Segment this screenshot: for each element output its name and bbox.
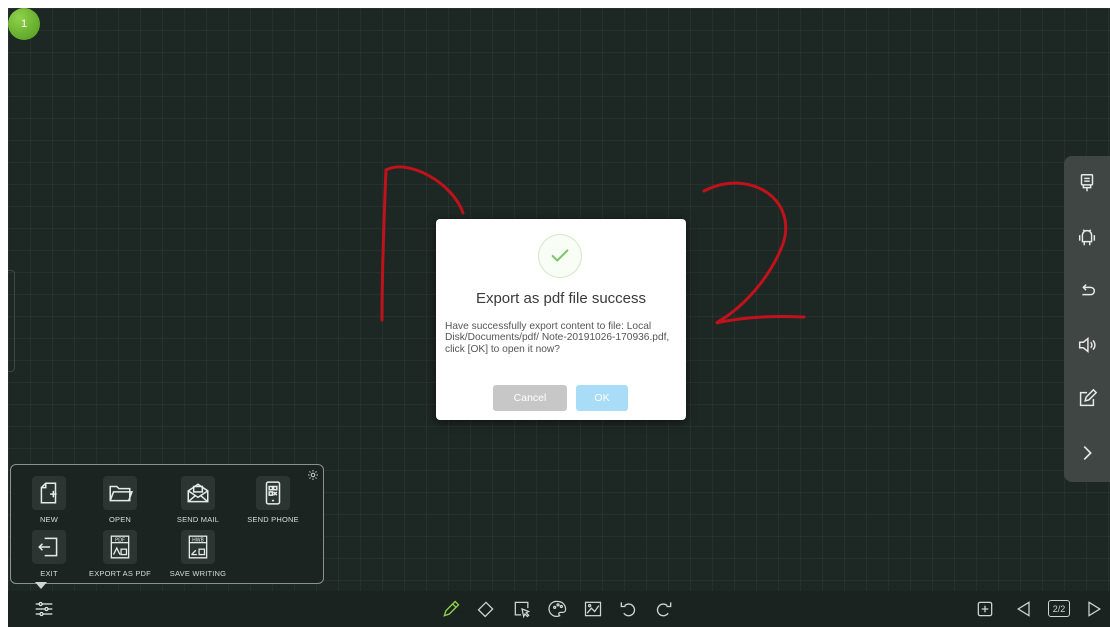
next-page-icon[interactable] bbox=[1082, 597, 1106, 621]
prev-page-icon[interactable] bbox=[1012, 597, 1036, 621]
exit-icon bbox=[32, 530, 66, 564]
new-page-icon bbox=[32, 476, 66, 510]
dialog-message: Have successfully export content to file… bbox=[445, 321, 670, 355]
menu-save-writing-label: SAVE WRITING bbox=[169, 569, 227, 578]
menu-save-writing[interactable]: HWB SAVE WRITING bbox=[163, 530, 233, 578]
palette-icon[interactable] bbox=[546, 597, 570, 621]
menu-open-label: OPEN bbox=[108, 515, 132, 524]
file-menu-panel: NEW OPEN SEND MAIL SEND PHONE EXIT PDF E… bbox=[10, 464, 324, 584]
folder-icon bbox=[103, 476, 137, 510]
bottom-toolbar: 2/2 bbox=[8, 591, 1110, 627]
svg-text:PDF: PDF bbox=[115, 538, 125, 544]
volume-icon[interactable] bbox=[1064, 318, 1110, 372]
cancel-button[interactable]: Cancel bbox=[493, 385, 567, 411]
checkmark-icon bbox=[538, 234, 582, 278]
menu-send-phone-label: SEND PHONE bbox=[247, 515, 299, 524]
right-toolbar bbox=[1064, 156, 1110, 482]
menu-send-mail-label: SEND MAIL bbox=[176, 515, 220, 524]
phone-qr-icon bbox=[256, 476, 290, 510]
menu-open[interactable]: OPEN bbox=[85, 476, 155, 524]
export-success-dialog: Export as pdf file success Have successf… bbox=[436, 219, 686, 420]
undo-icon[interactable] bbox=[616, 597, 640, 621]
gear-icon[interactable] bbox=[307, 469, 319, 481]
menu-export-pdf-label: EXPORT AS PDF bbox=[89, 569, 151, 578]
chevron-right-icon[interactable] bbox=[1064, 426, 1110, 480]
back-icon[interactable] bbox=[1064, 264, 1110, 318]
ok-button[interactable]: OK bbox=[576, 385, 628, 411]
eraser-icon[interactable] bbox=[474, 597, 498, 621]
menu-send-phone[interactable]: SEND PHONE bbox=[238, 476, 308, 524]
menu-new-label: NEW bbox=[39, 515, 59, 524]
add-page-icon[interactable] bbox=[973, 597, 997, 621]
svg-text:HWB: HWB bbox=[192, 538, 204, 544]
menu-new[interactable]: NEW bbox=[14, 476, 84, 524]
select-icon[interactable] bbox=[510, 597, 534, 621]
menu-send-mail[interactable]: SEND MAIL bbox=[163, 476, 233, 524]
edit-icon[interactable] bbox=[1064, 372, 1110, 426]
pdf-icon: PDF bbox=[103, 530, 137, 564]
pen-icon[interactable] bbox=[439, 597, 463, 621]
menu-exit[interactable]: EXIT bbox=[14, 530, 84, 578]
mail-icon bbox=[181, 476, 215, 510]
hwb-icon: HWB bbox=[181, 530, 215, 564]
usb-icon[interactable] bbox=[1064, 156, 1110, 210]
dialog-title: Export as pdf file success bbox=[475, 290, 647, 307]
whiteboard-canvas[interactable]: 1 NEW OPEN SEND MAIL SEND PHONE EXIT PDF… bbox=[8, 8, 1110, 627]
menu-toggle-icon[interactable] bbox=[32, 597, 56, 621]
redo-icon[interactable] bbox=[652, 597, 676, 621]
menu-pointer-caret bbox=[35, 582, 47, 589]
menu-exit-label: EXIT bbox=[40, 569, 58, 578]
android-icon[interactable] bbox=[1064, 210, 1110, 264]
page-indicator[interactable]: 2/2 bbox=[1048, 600, 1070, 617]
insert-image-icon[interactable] bbox=[581, 597, 605, 621]
menu-export-pdf[interactable]: PDF EXPORT AS PDF bbox=[85, 530, 155, 578]
